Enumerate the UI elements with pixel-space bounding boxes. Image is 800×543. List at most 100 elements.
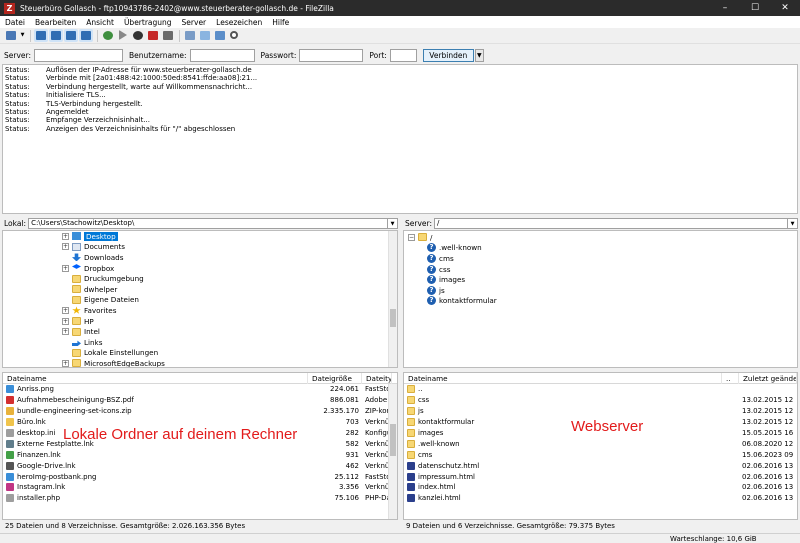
local-file-row[interactable]: Google-Drive.lnk 462 Verknüpfunc	[3, 460, 397, 471]
column-header-last-modified[interactable]: Zuletzt geände	[739, 373, 797, 384]
local-file-row[interactable]: Finanzen.lnk 931 Verknüpfunc	[3, 449, 397, 460]
maximize-button[interactable]: ☐	[740, 0, 770, 16]
remote-path-dropdown-icon[interactable]: ▼	[788, 217, 798, 229]
toggle-queue-icon[interactable]	[79, 29, 93, 42]
remote-file-row[interactable]: css 13.02.2015 12	[404, 395, 797, 406]
local-tree-scrollbar[interactable]	[388, 231, 397, 367]
remote-file-list[interactable]: Dateiname .. Zuletzt geände .. css 13.02.2…	[403, 372, 798, 520]
folder-icon	[407, 418, 415, 427]
remote-directory-tree[interactable]: − / ? .well-known ? cms ? css ? images ? js ? k…	[403, 230, 798, 368]
menu-datei[interactable]: Datei	[5, 18, 25, 27]
remote-file-row[interactable]: datenschutz.html 02.06.2016 13	[404, 460, 797, 471]
collapse-icon[interactable]: −	[408, 233, 415, 241]
local-file-row[interactable]: heroImg-postbank.png 25.112 FastStone Pl	[3, 471, 397, 482]
column-header-filename[interactable]: Dateiname	[3, 373, 308, 384]
tree-item-cms[interactable]: ? cms	[408, 253, 797, 264]
site-manager-dropdown-icon[interactable]: ▼	[19, 29, 26, 42]
remote-file-row[interactable]: ..	[404, 384, 797, 395]
expand-icon[interactable]: +	[62, 359, 69, 367]
tree-item-intel[interactable]: + Intel	[62, 326, 397, 337]
tree-item-root[interactable]: − /	[408, 232, 797, 243]
remote-file-row[interactable]: js 13.02.2015 12	[404, 406, 797, 417]
remote-file-row[interactable]: cms 15.06.2023 09	[404, 449, 797, 460]
file-type-icon	[6, 494, 14, 503]
tree-item-css[interactable]: ? css	[408, 264, 797, 275]
tree-item-images[interactable]: ? images	[408, 274, 797, 285]
expand-icon[interactable]: +	[62, 243, 69, 251]
menu-bearbeiten[interactable]: Bearbeiten	[35, 18, 76, 27]
scroll-thumb[interactable]	[390, 309, 396, 327]
tree-item-hp[interactable]: + HP	[62, 316, 397, 327]
search-icon[interactable]	[228, 29, 242, 42]
local-file-row[interactable]: Aufnahmebescheinigung-BSZ.pdf 886.081 Adob…	[3, 395, 397, 406]
minimize-button[interactable]: –	[710, 0, 740, 16]
refresh-icon[interactable]	[101, 29, 115, 42]
port-input[interactable]	[389, 48, 417, 62]
expand-icon[interactable]: +	[62, 232, 69, 240]
cancel-operation-icon[interactable]	[131, 29, 145, 42]
file-type: Verknüpfunc	[365, 450, 390, 459]
process-queue-icon[interactable]	[116, 29, 130, 42]
local-file-list-scrollbar[interactable]	[388, 384, 397, 519]
html-file-icon	[407, 461, 415, 470]
column-header-filesize[interactable]: Dateigröße	[308, 373, 362, 384]
local-path-dropdown-icon[interactable]: ▼	[388, 217, 398, 229]
local-file-row[interactable]: installer.php 75.106 PHP-Datei	[3, 493, 397, 504]
close-button[interactable]: ✕	[770, 0, 800, 16]
toggle-log-icon[interactable]	[34, 29, 48, 42]
local-file-row[interactable]: bundle-engineering-set-icons.zip 2.335.17…	[3, 406, 397, 417]
column-header-overflow[interactable]: ..	[722, 373, 739, 384]
tree-item-microsoftedgebackups[interactable]: + MicrosoftEdgeBackups	[62, 358, 397, 367]
menu-uebertragung[interactable]: Übertragung	[124, 18, 172, 27]
expand-icon[interactable]: +	[62, 306, 69, 314]
remote-file-row[interactable]: .well-known 06.08.2020 12	[404, 438, 797, 449]
expand-icon[interactable]: +	[62, 264, 69, 272]
local-file-row[interactable]: Anriss.png 224.061 FastStone Pl	[3, 384, 397, 395]
remote-file-row[interactable]: kanzlei.html 02.06.2016 13	[404, 493, 797, 504]
remote-file-row[interactable]: index.html 02.06.2016 13	[404, 482, 797, 493]
disconnect-icon[interactable]	[146, 29, 160, 42]
message-log[interactable]: Status: Auflösen der IP-Adresse für www.s…	[2, 64, 798, 214]
scroll-thumb[interactable]	[390, 424, 396, 456]
local-path-input[interactable]	[28, 217, 388, 229]
tree-item-favorites[interactable]: + Favorites	[62, 305, 397, 316]
tree-item-links[interactable]: Links	[62, 337, 397, 348]
menu-hilfe[interactable]: Hilfe	[272, 18, 289, 27]
toggle-remote-tree-icon[interactable]	[64, 29, 78, 42]
tree-item-druckumgebung[interactable]: Druckumgebung	[62, 273, 397, 284]
tree-item-dropbox[interactable]: + Dropbox	[62, 263, 397, 274]
connect-dropdown-icon[interactable]: ▼	[474, 48, 484, 62]
remote-file-row[interactable]: impressum.html 02.06.2016 13	[404, 471, 797, 482]
reconnect-icon[interactable]	[161, 29, 175, 42]
tree-item-js[interactable]: ? js	[408, 285, 797, 296]
tree-item-desktop[interactable]: + Desktop	[62, 231, 397, 242]
password-input[interactable]	[299, 48, 364, 62]
toggle-local-tree-icon[interactable]	[49, 29, 63, 42]
filter-icon[interactable]	[213, 29, 227, 42]
directory-comparison-icon[interactable]	[183, 29, 197, 42]
file-type: FastStone Pl	[365, 385, 390, 394]
username-input[interactable]	[189, 48, 255, 62]
local-directory-tree[interactable]: + Desktop + Documents Downloads + Dropbox D…	[2, 230, 398, 368]
site-manager-icon[interactable]	[4, 29, 18, 42]
menu-server[interactable]: Server	[182, 18, 207, 27]
local-file-list[interactable]: Dateiname Dateigröße Dateityp Anriss.png…	[2, 372, 398, 520]
tree-item-eigene-dateien[interactable]: Eigene Dateien	[62, 295, 397, 306]
menu-lesezeichen[interactable]: Lesezeichen	[216, 18, 262, 27]
column-header-filename[interactable]: Dateiname	[404, 373, 722, 384]
tree-item-downloads[interactable]: Downloads	[62, 252, 397, 263]
column-header-filetype[interactable]: Dateityp	[362, 373, 392, 384]
tree-item-documents[interactable]: + Documents	[62, 242, 397, 253]
tree-item-dwhelper[interactable]: dwhelper	[62, 284, 397, 295]
remote-path-input[interactable]	[434, 217, 788, 229]
tree-item-well-known[interactable]: ? .well-known	[408, 243, 797, 254]
menu-ansicht[interactable]: Ansicht	[86, 18, 114, 27]
local-file-row[interactable]: Instagram.lnk 3.356 Verknüpfunc	[3, 482, 397, 493]
tree-item-kontaktformular[interactable]: ? kontaktformular	[408, 296, 797, 307]
connect-button[interactable]: Verbinden	[422, 48, 474, 62]
tree-item-lokale-einstellungen[interactable]: Lokale Einstellungen	[62, 348, 397, 359]
server-input[interactable]	[34, 48, 123, 62]
expand-icon[interactable]: +	[62, 328, 69, 336]
expand-icon[interactable]: +	[62, 317, 69, 325]
sync-browsing-icon[interactable]	[198, 29, 212, 42]
